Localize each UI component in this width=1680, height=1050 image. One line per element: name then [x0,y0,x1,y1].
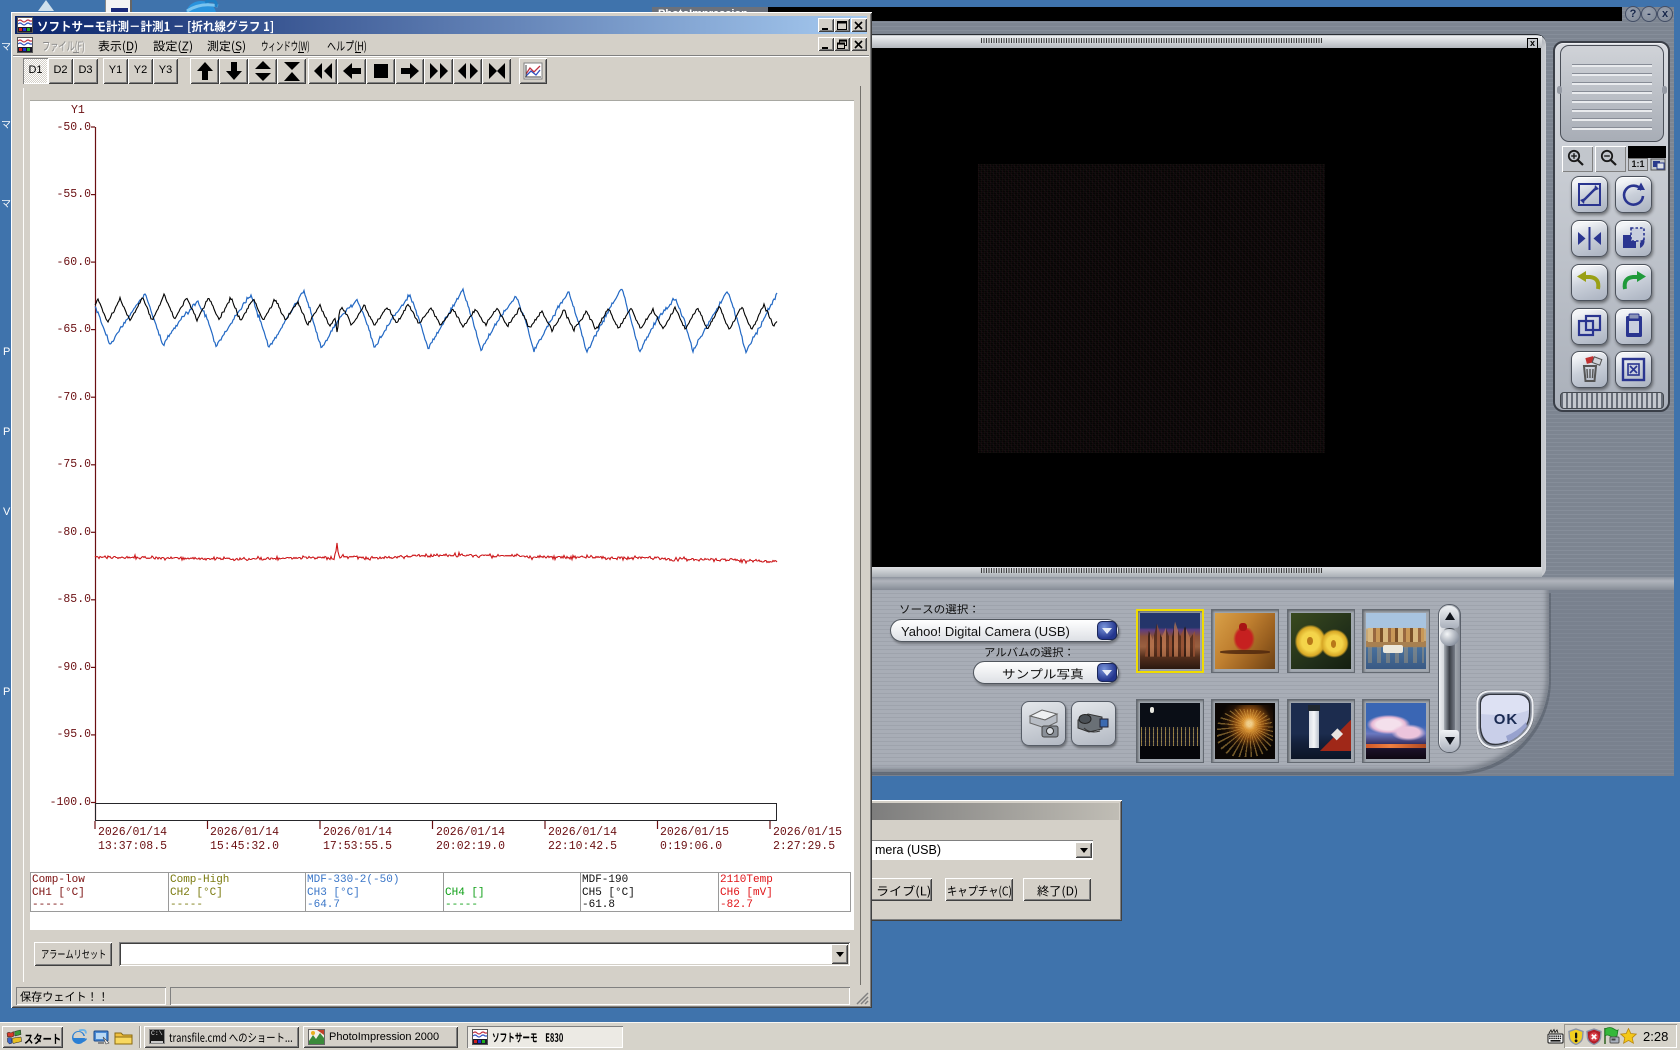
svg-text:OK: OK [1494,711,1519,728]
